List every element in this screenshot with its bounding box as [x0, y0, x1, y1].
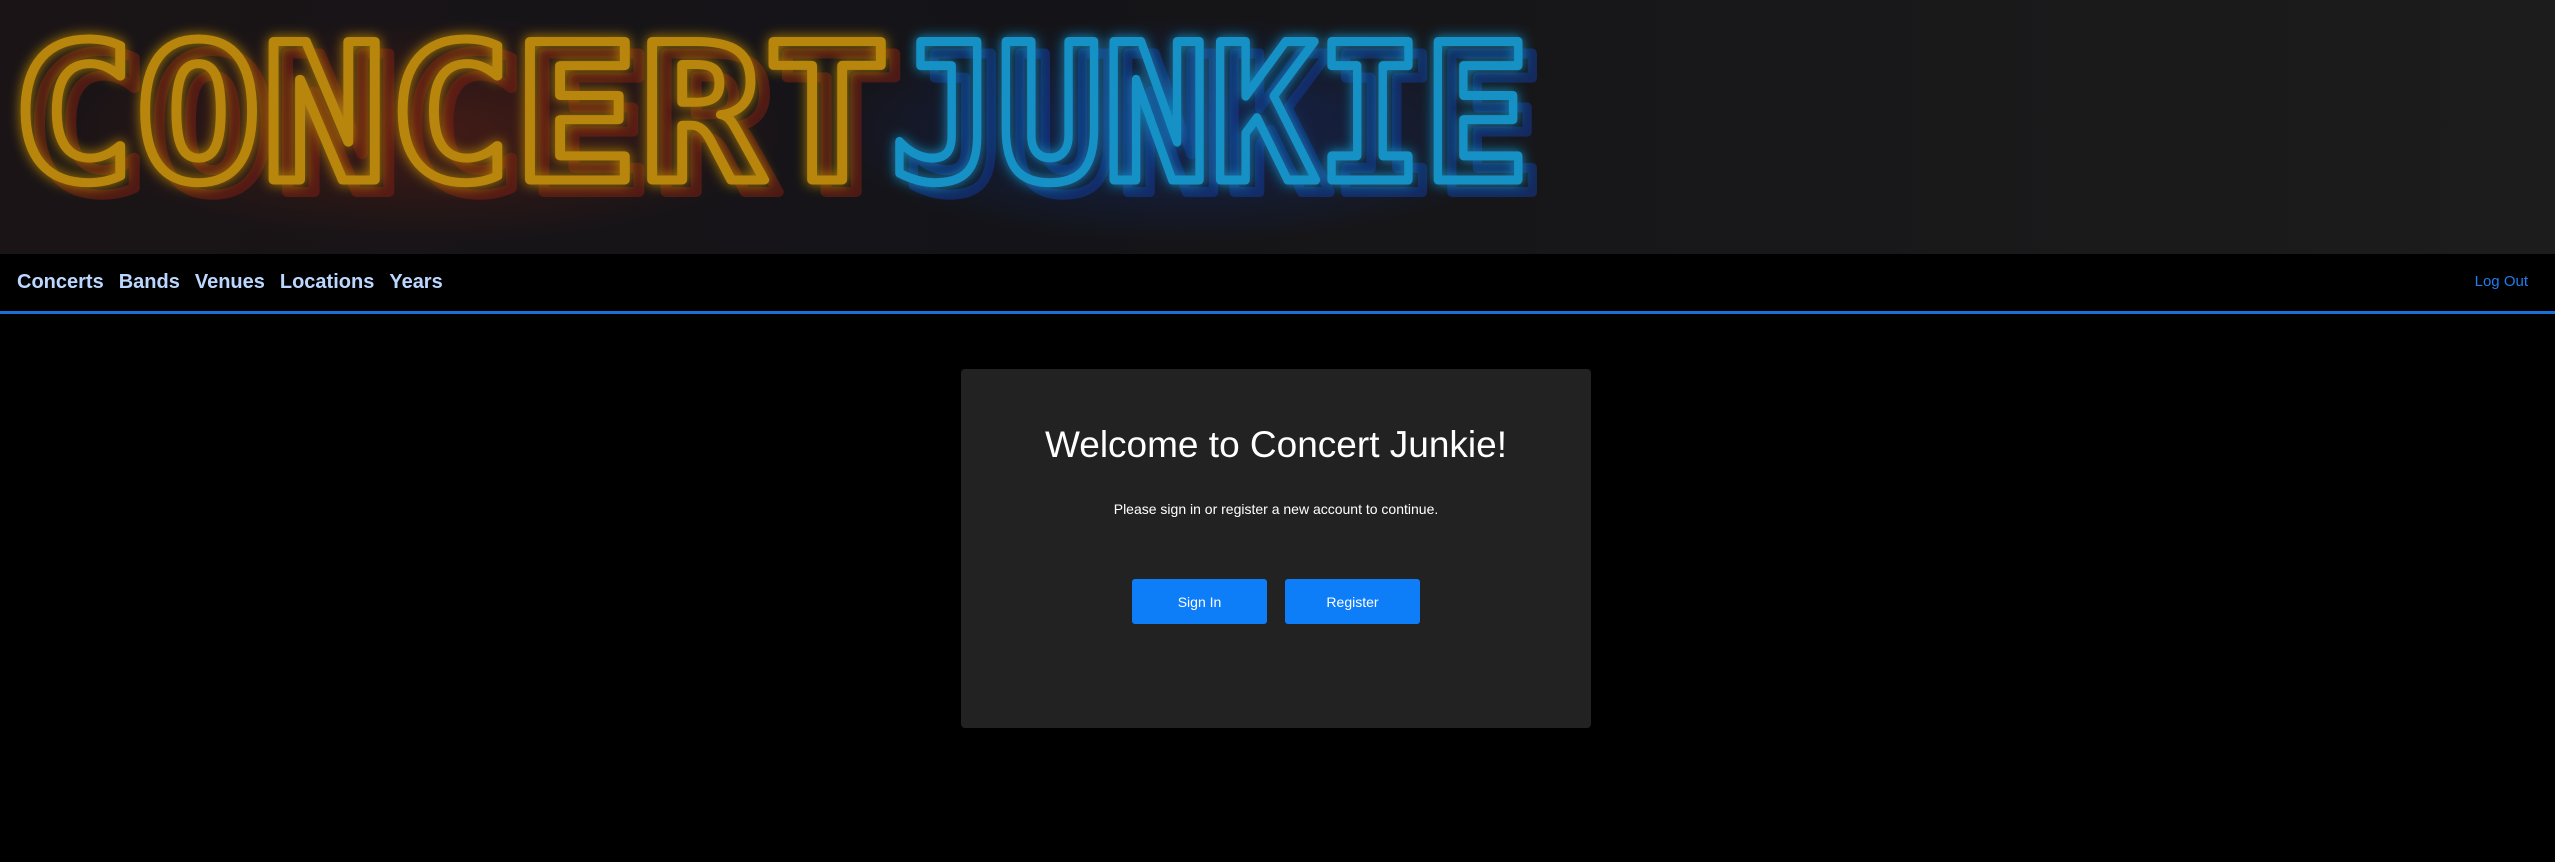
concert-junkie-logo: CONCERT JUNKIE CONCERT JUNKIE — [6, 0, 1550, 242]
logout-link[interactable]: Log Out — [2475, 271, 2528, 293]
nav-link-bands[interactable]: Bands — [119, 268, 180, 296]
nav-link-concerts[interactable]: Concerts — [17, 268, 104, 296]
nav-link-years[interactable]: Years — [389, 268, 442, 296]
logo-text-concert: CONCERT — [10, 4, 890, 225]
nav-link-locations[interactable]: Locations — [280, 268, 374, 296]
welcome-subtitle: Please sign in or register a new account… — [1113, 501, 1439, 517]
nav-links: Concerts Bands Venues Locations Years — [17, 268, 458, 296]
logo-text-junkie: JUNKIE — [890, 4, 1530, 225]
welcome-card: Welcome to Concert Junkie! Please sign i… — [961, 369, 1591, 728]
welcome-title: Welcome to Concert Junkie! — [1044, 424, 1507, 465]
register-button[interactable]: Register — [1285, 579, 1420, 624]
sign-in-button[interactable]: Sign In — [1132, 579, 1267, 624]
header-banner: CONCERT JUNKIE CONCERT JUNKIE — [0, 0, 2555, 254]
nav-link-venues[interactable]: Venues — [195, 268, 265, 296]
main-navbar: Concerts Bands Venues Locations Years Lo… — [0, 254, 2555, 314]
